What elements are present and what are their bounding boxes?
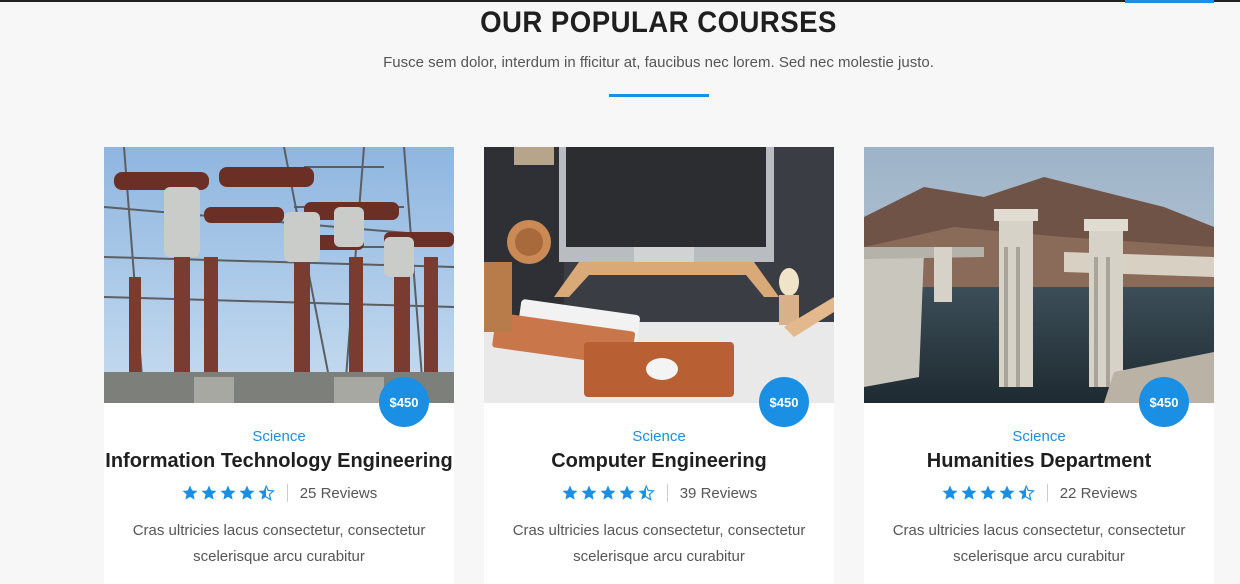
star-rating	[561, 484, 655, 502]
star-full-icon	[999, 485, 1015, 500]
course-rating: 39 Reviews	[484, 484, 834, 502]
star-rating	[181, 484, 275, 502]
course-card[interactable]: $450 Science Computer Engineering 39 Rev…	[484, 147, 834, 584]
course-image[interactable]	[104, 147, 454, 403]
review-count: 39 Reviews	[679, 484, 758, 502]
star-full-icon	[562, 485, 578, 500]
star-full-icon	[182, 485, 198, 500]
rating-separator	[286, 484, 288, 502]
course-category-link[interactable]: Science	[104, 428, 454, 445]
price-badge[interactable]: $450	[759, 377, 809, 427]
star-half-icon	[1018, 485, 1035, 501]
course-description: Cras ultricies lacus consectetur, consec…	[512, 522, 806, 565]
course-description: Cras ultricies lacus consectetur, consec…	[132, 522, 426, 565]
review-count: 22 Reviews	[1059, 484, 1138, 502]
course-title-link[interactable]: Computer Engineering	[484, 450, 834, 473]
price-badge[interactable]: $450	[379, 377, 429, 427]
star-full-icon	[239, 485, 255, 500]
rating-separator	[666, 484, 668, 502]
star-full-icon	[980, 485, 996, 500]
rating-separator	[1046, 484, 1048, 502]
star-full-icon	[201, 485, 217, 500]
course-category-link[interactable]: Science	[864, 428, 1214, 445]
course-rating: 22 Reviews	[864, 484, 1214, 502]
star-full-icon	[220, 485, 236, 500]
course-image[interactable]	[484, 147, 834, 403]
star-full-icon	[600, 485, 616, 500]
star-full-icon	[961, 485, 977, 500]
course-description: Cras ultricies lacus consectetur, consec…	[892, 522, 1186, 565]
course-image[interactable]	[864, 147, 1214, 403]
course-title-link[interactable]: Humanities Department	[864, 450, 1214, 473]
section-subtitle: Fusce sem dolor, interdum in fficitur at…	[383, 54, 934, 71]
star-half-icon	[638, 485, 655, 501]
star-full-icon	[581, 485, 597, 500]
course-title-link[interactable]: Information Technology Engineering	[104, 450, 454, 473]
star-half-icon	[258, 485, 275, 501]
top-border-line	[0, 0, 1240, 2]
star-full-icon	[942, 485, 958, 500]
star-rating	[941, 484, 1035, 502]
review-count: 25 Reviews	[299, 484, 378, 502]
course-card[interactable]: $450 Science Humanities Department 22 Re…	[864, 147, 1214, 584]
title-divider	[609, 94, 709, 97]
course-card[interactable]: $450 Science Information Technology Engi…	[104, 147, 454, 584]
price-badge[interactable]: $450	[1139, 377, 1189, 427]
star-full-icon	[619, 485, 635, 500]
course-category-link[interactable]: Science	[484, 428, 834, 445]
section-title: OUR POPULAR COURSES	[480, 6, 837, 39]
nav-active-indicator	[1125, 0, 1214, 3]
course-rating: 25 Reviews	[104, 484, 454, 502]
